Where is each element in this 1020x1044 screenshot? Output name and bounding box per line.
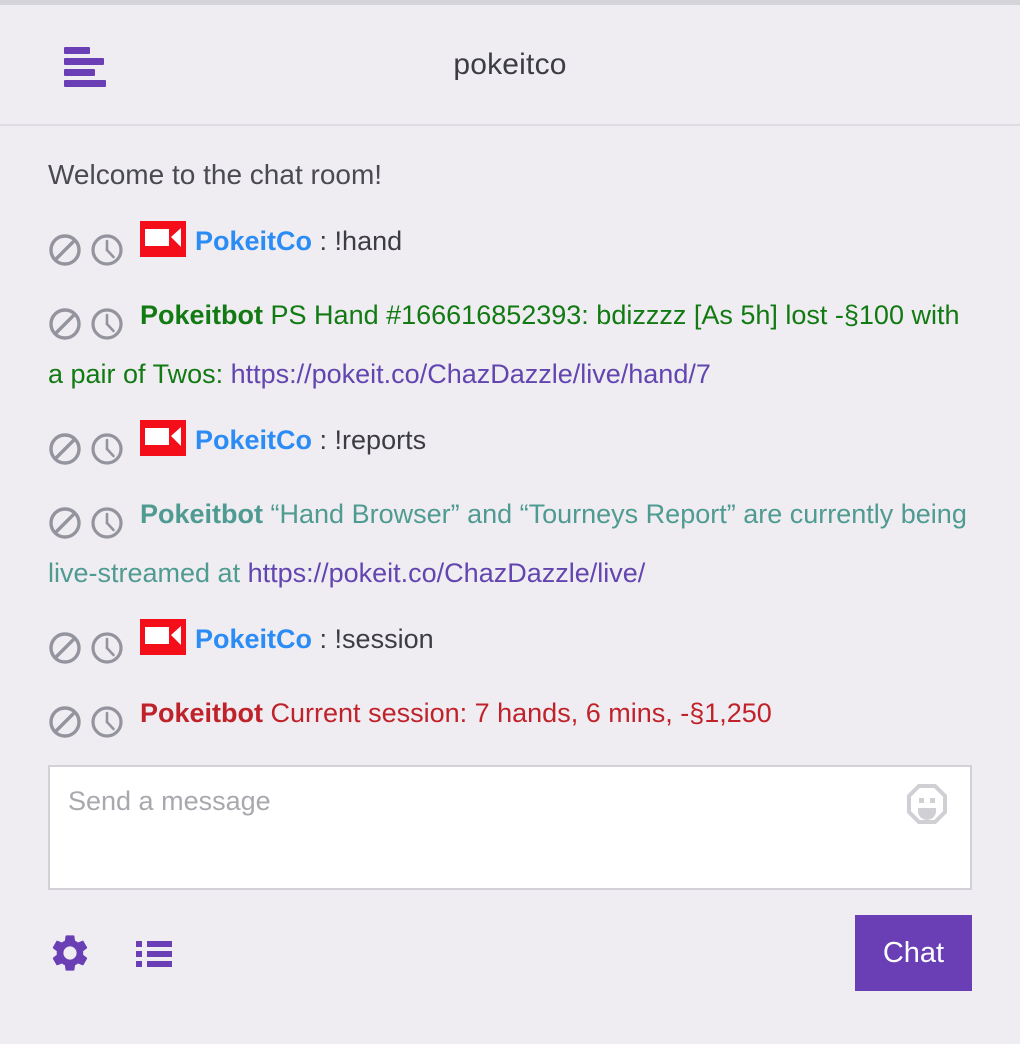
message-text: !hand <box>334 225 403 256</box>
gear-icon[interactable] <box>48 931 92 975</box>
page-title: pokeitco <box>453 47 567 81</box>
message-separator: : <box>312 225 335 256</box>
composer-toolbar: Chat <box>48 912 972 994</box>
ban-icon[interactable] <box>48 432 82 466</box>
menu-bar-1 <box>64 47 90 54</box>
ban-icon[interactable] <box>48 705 82 739</box>
message-text: !reports <box>334 424 427 455</box>
message-actions <box>48 224 132 275</box>
message-author: Pokeitbot <box>140 697 264 728</box>
menu-bar-4 <box>64 80 106 87</box>
message-input[interactable] <box>66 784 886 818</box>
message-author: Pokeitbot <box>140 299 264 330</box>
message-actions <box>48 497 132 548</box>
chat-window: pokeitco Welcome to the chat room! Pokei… <box>0 0 1020 1044</box>
chat-message: Pokeitbot Current session: 7 hands, 6 mi… <box>48 688 972 747</box>
message-author: PokeitCo <box>195 424 313 455</box>
message-author: PokeitCo <box>195 623 313 654</box>
clock-icon[interactable] <box>90 506 124 540</box>
message-link[interactable]: https://pokeit.co/ChazDazzle/live/hand/7 <box>231 359 711 389</box>
chat-message: PokeitCo : !reports <box>48 415 972 474</box>
message-actions <box>48 622 132 673</box>
ban-icon[interactable] <box>48 631 82 665</box>
message-actions <box>48 423 132 474</box>
message-text: !session <box>334 623 434 654</box>
ban-icon[interactable] <box>48 506 82 540</box>
hamburger-menu-icon[interactable] <box>64 47 108 87</box>
video-camera-icon <box>140 618 186 655</box>
chat-message: PokeitCo : !hand <box>48 216 972 275</box>
clock-icon[interactable] <box>90 233 124 267</box>
ban-icon[interactable] <box>48 233 82 267</box>
ban-icon[interactable] <box>48 307 82 341</box>
clock-icon[interactable] <box>90 307 124 341</box>
message-separator: : <box>312 424 335 455</box>
message-composer[interactable] <box>48 764 972 890</box>
message-author: PokeitCo <box>195 225 313 256</box>
app-header: pokeitco <box>0 5 1020 126</box>
send-chat-button[interactable]: Chat <box>855 914 972 991</box>
message-actions <box>48 298 132 349</box>
clock-icon[interactable] <box>90 432 124 466</box>
message-separator: : <box>312 623 335 654</box>
emoji-smiley-icon[interactable] <box>906 783 948 825</box>
menu-bar-3 <box>64 69 95 76</box>
message-author: Pokeitbot <box>140 498 264 529</box>
chat-message: Pokeitbot PS Hand #166616852393: bdizzzz… <box>48 290 972 400</box>
message-link[interactable]: https://pokeit.co/ChazDazzle/live/ <box>248 558 646 588</box>
welcome-message: Welcome to the chat room! <box>48 159 383 190</box>
messages-container: PokeitCo : !hand Pokeitbot PS Hand #16661… <box>48 216 972 747</box>
message-text: Current session: 7 hands, 6 mins, -§1,25… <box>270 697 772 728</box>
video-camera-icon <box>140 419 186 456</box>
list-icon[interactable] <box>134 933 174 973</box>
clock-icon[interactable] <box>90 705 124 739</box>
chat-message: Pokeitbot “Hand Browser” and “Tourneys R… <box>48 489 972 599</box>
clock-icon[interactable] <box>90 631 124 665</box>
chat-message-list: Welcome to the chat room! PokeitCo : !ha… <box>0 126 1020 747</box>
menu-bar-2 <box>64 58 104 65</box>
video-camera-icon <box>140 220 186 257</box>
message-actions <box>48 696 132 747</box>
chat-message: PokeitCo : !session <box>48 614 972 673</box>
